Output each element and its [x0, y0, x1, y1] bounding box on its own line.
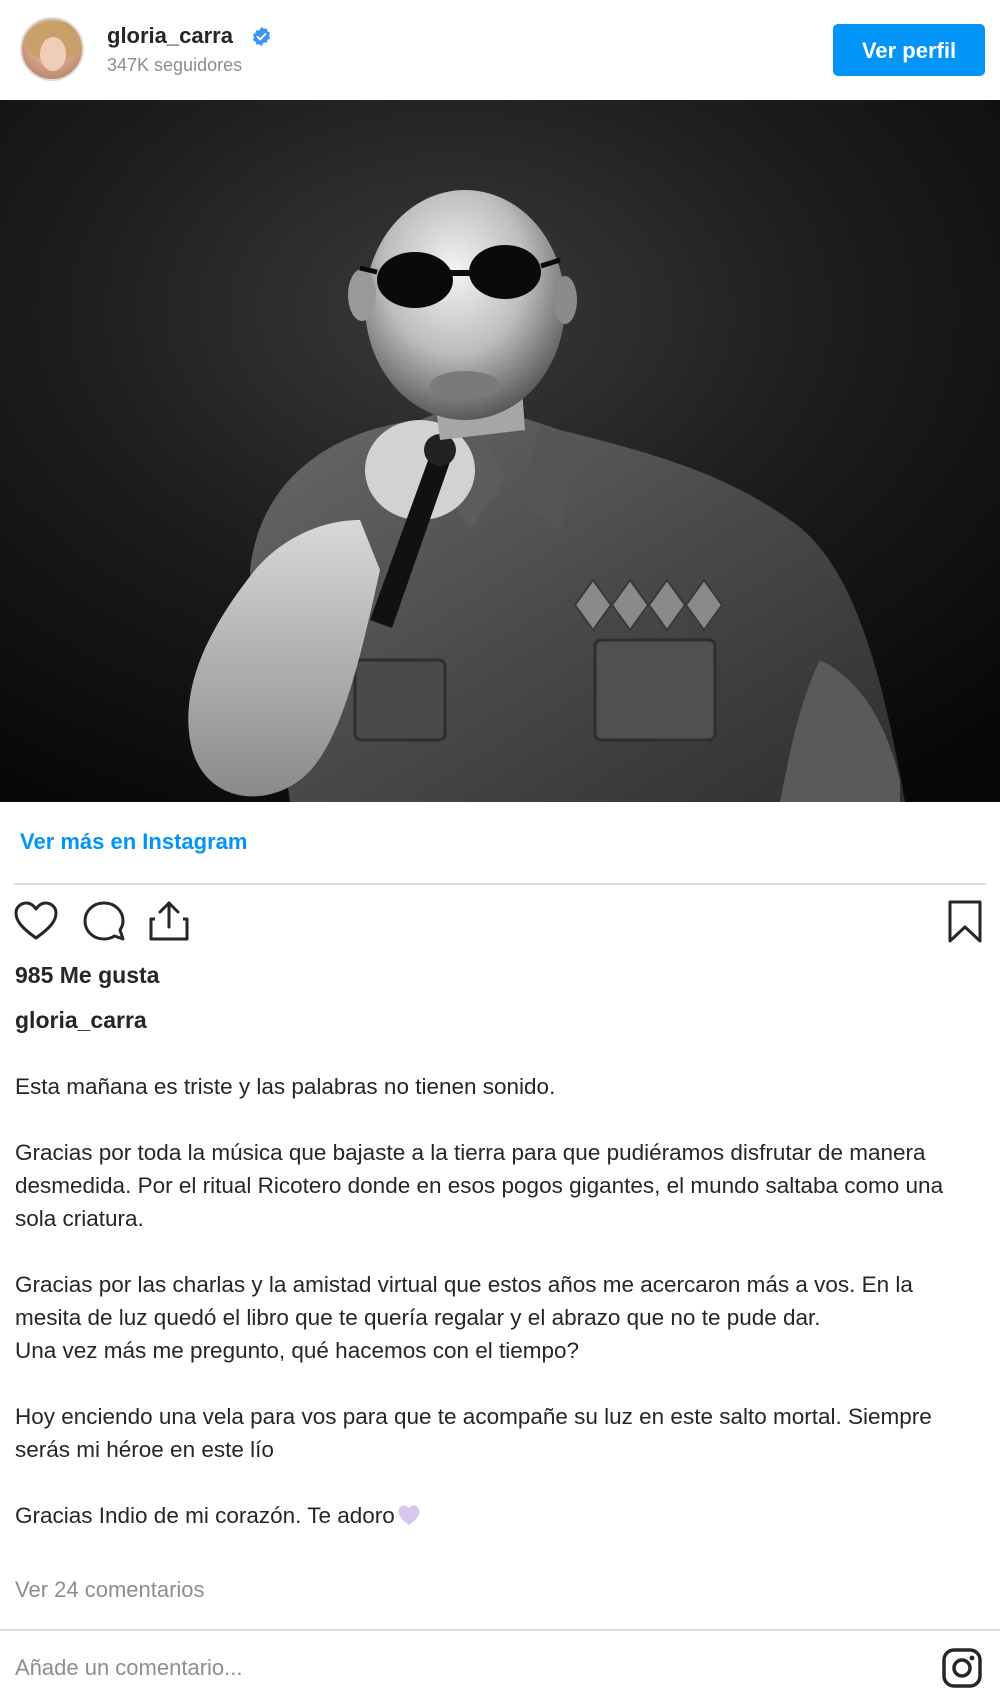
comment-input[interactable] — [15, 1645, 915, 1691]
followers-count: 347K seguidores — [107, 55, 243, 75]
view-profile-button[interactable]: Ver perfil — [833, 24, 985, 76]
post-photo[interactable] — [0, 100, 1000, 802]
singer-photo-image — [0, 100, 1000, 802]
purple-heart-icon — [398, 1505, 420, 1525]
heart-icon[interactable] — [12, 897, 60, 945]
avatar[interactable] — [20, 17, 84, 81]
caption-paragraph: Gracias por las charlas y la amistad vir… — [15, 1272, 913, 1363]
view-more-on-instagram-link[interactable]: Ver más en Instagram — [20, 827, 247, 857]
action-bar — [0, 895, 1000, 951]
instagram-embed-card: gloria_carra 347K seguidores Ver perfil — [0, 0, 1000, 1707]
post-header: gloria_carra 347K seguidores Ver perfil — [0, 0, 1000, 100]
username[interactable]: gloria_carra — [107, 22, 233, 50]
caption-closing-text: Gracias Indio de mi corazón. Te adoro — [15, 1503, 395, 1528]
post-caption: Esta mañana es triste y las palabras no … — [15, 1070, 975, 1532]
caption-paragraph: Esta mañana es triste y las palabras no … — [15, 1074, 556, 1099]
bookmark-icon[interactable] — [941, 897, 989, 945]
share-icon[interactable] — [145, 897, 193, 945]
caption-paragraph: Gracias por toda la música que bajaste a… — [15, 1140, 944, 1231]
caption-paragraph-last: Gracias Indio de mi corazón. Te adoro — [15, 1499, 975, 1532]
view-comments-link[interactable]: Ver 24 comentarios — [15, 1575, 205, 1605]
caption-username[interactable]: gloria_carra — [15, 1005, 147, 1035]
comment-icon[interactable] — [80, 897, 128, 945]
divider — [14, 883, 986, 885]
verified-badge-icon — [252, 26, 271, 47]
divider — [0, 1629, 1000, 1631]
instagram-logo-icon[interactable] — [941, 1647, 983, 1689]
likes-count[interactable]: 985 Me gusta — [15, 960, 159, 990]
caption-paragraph: Hoy enciendo una vela para vos para que … — [15, 1404, 932, 1462]
